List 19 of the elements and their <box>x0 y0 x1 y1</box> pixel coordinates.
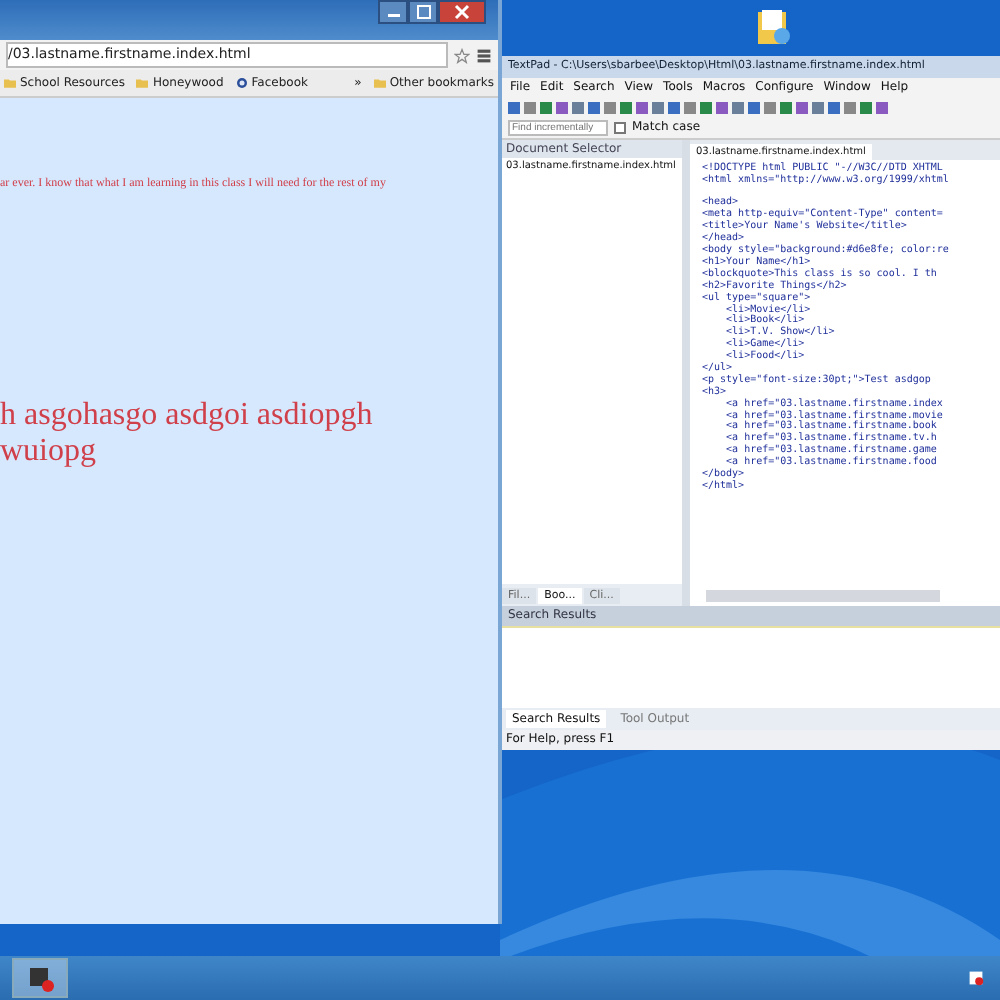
star-icon[interactable] <box>454 47 470 63</box>
folder-icon <box>136 78 149 88</box>
taskbar-button[interactable] <box>12 958 68 998</box>
close-button[interactable] <box>438 0 486 24</box>
folder-icon[interactable] <box>754 8 794 48</box>
maximize-button[interactable] <box>408 0 438 24</box>
minimize-button[interactable] <box>378 0 408 24</box>
large-text-line: h asgohasgo asdgoi asdiopgh <box>0 398 375 434</box>
folder-icon <box>4 78 16 88</box>
folder-icon <box>373 78 386 88</box>
ring-icon <box>235 78 248 88</box>
scrollbar[interactable] <box>706 590 940 603</box>
menu-icon[interactable] <box>476 47 492 63</box>
large-text-line: wuiopg <box>0 434 98 470</box>
close-icon <box>454 4 470 20</box>
app-icon <box>26 964 54 992</box>
checkbox[interactable] <box>614 121 626 134</box>
toolbar-drawing[interactable] <box>502 97 1000 118</box>
maximize-icon <box>415 4 431 20</box>
